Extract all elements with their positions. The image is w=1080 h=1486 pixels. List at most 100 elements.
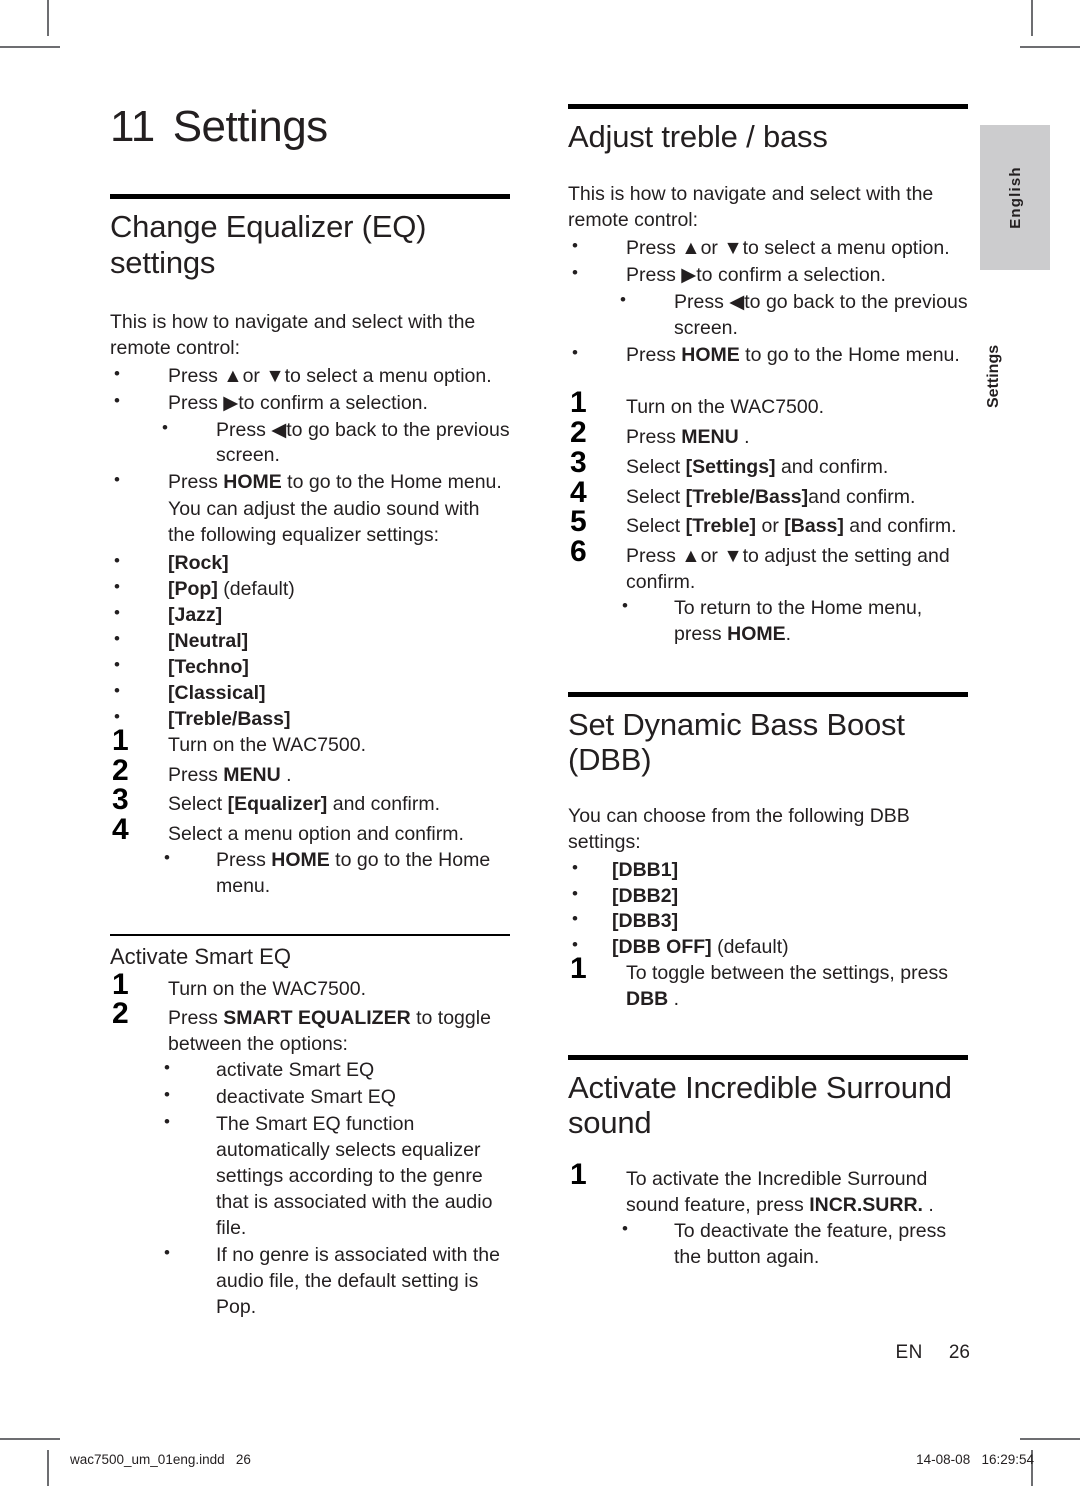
eq-home-bullet-list: Press HOME to go to the Home menu. [110, 469, 510, 496]
treble-bass-nav-bullet-list: Press ▲or ▼to select a menu option. Pres… [568, 235, 968, 289]
step-text: Press [168, 763, 224, 786]
list-item: 5 Select [Treble] or [Bass] and confirm. [568, 507, 968, 540]
step-text-post: and confirm. [808, 485, 916, 508]
key-menu: MENU [681, 425, 739, 448]
treble-bass-step-list: 1 Turn on the WAC7500. 2 Press MENU . 3 Sel… [568, 387, 968, 648]
print-footer-filename: wac7500_um_01eng.indd 26 [70, 1452, 251, 1467]
eq-nav-sub-bullet-list: Press ◀to go back to the previous screen… [110, 417, 510, 470]
menu-option-settings: [Settings] [685, 455, 776, 478]
preset-name: [Rock] [168, 552, 229, 575]
step-text: Press [626, 425, 682, 448]
step-number: 2 [112, 997, 129, 1031]
dbb-option-name: [DBB OFF] [612, 936, 712, 959]
smart-eq-sub-bullet-list: activate Smart EQ deactivate Smart EQ Th… [164, 1057, 510, 1321]
print-footer-timestamp: 14-08-08 16:29:54 [916, 1452, 1034, 1467]
list-item: [Treble/Bass] [110, 706, 510, 733]
chapter-number: 11 [110, 102, 155, 151]
step-text: Turn on the WAC7500. [626, 395, 824, 418]
list-item: 1 To activate the Incredible Surround sou… [568, 1159, 968, 1271]
step-text: Turn on the WAC7500. [168, 733, 366, 756]
preset-name: [Techno] [168, 655, 249, 678]
step-text: Select [626, 455, 686, 478]
list-item: Press ▶to confirm a selection. [110, 390, 510, 417]
step-text-post: and confirm. [843, 515, 957, 538]
step-text: Turn on the WAC7500. [168, 977, 366, 1000]
list-item: 1 Turn on the WAC7500. [568, 387, 968, 421]
text-before-key: Press [168, 471, 224, 494]
subsection-heading-smart-eq: Activate Smart EQ [110, 944, 291, 970]
step-number: 1 [570, 1157, 587, 1191]
page-title: 11 Settings [110, 102, 510, 151]
folio: EN 26 [760, 1342, 970, 1364]
list-item: [Classical] [110, 680, 510, 707]
section-rule [110, 194, 510, 200]
list-item: 4 Select [Treble/Bass]and confirm. [568, 477, 968, 511]
eq-preset-list: [Rock] [Pop] (default) [Jazz] [Neutral] … [110, 550, 510, 733]
list-item: 3 Select [Settings] and confirm. [568, 447, 968, 481]
list-item: activate Smart EQ [164, 1057, 510, 1084]
dbb-intro-text: You can choose from the following DBB se… [568, 804, 910, 853]
step-text-post: and confirm. [327, 793, 441, 816]
list-item: Press HOME to go to the Home menu. [110, 469, 510, 496]
step-number: 4 [112, 813, 129, 847]
preset-name: [Jazz] [168, 603, 223, 626]
folio-language-code: EN [895, 1342, 923, 1363]
surround-step-list: 1 To activate the Incredible Surround sou… [568, 1159, 968, 1271]
treble-bass-nav-sub-bullet-list: Press ◀to go back to the previous screen… [568, 289, 968, 342]
list-item: [Pop] (default) [110, 576, 510, 603]
surround-sub-bullet-list: To deactivate the feature, press the but… [622, 1218, 968, 1271]
section-heading-equalizer: Change Equalizer (EQ) settings [110, 209, 427, 280]
eq-intro-text: This is how to navigate and select with … [110, 310, 476, 359]
step-text-post: . [922, 1193, 934, 1216]
step-text-post: and confirm. [775, 455, 889, 478]
key-home: HOME [681, 343, 740, 366]
list-item: [DBB2] [568, 883, 968, 910]
preset-note: (default) [217, 578, 295, 601]
preset-name: [Pop] [168, 578, 218, 601]
list-item: deactivate Smart EQ [164, 1084, 510, 1111]
list-item: To return to the Home menu, press HOME. [622, 595, 968, 648]
list-item: If no genre is associated with the audio… [164, 1242, 510, 1321]
list-item: 1 To toggle between the settings, press D… [568, 954, 968, 1013]
list-item: [Neutral] [110, 628, 510, 655]
dbb-option-name: [DBB1] [612, 858, 679, 881]
step-number: 1 [112, 967, 129, 1001]
list-item: Press ▲or ▼to select a menu option. [568, 235, 968, 262]
step-number: 3 [112, 783, 129, 817]
step-number: 3 [570, 445, 587, 479]
chapter-title-text: Settings [172, 102, 328, 151]
section-rule [568, 104, 968, 109]
section-rule [568, 1055, 968, 1061]
step-text: Select a menu option and confirm. [168, 823, 464, 846]
eq-nav-bullet-list: Press ▲or ▼to select a menu option. Pres… [110, 363, 510, 417]
menu-option-equalizer: [Equalizer] [227, 793, 328, 816]
step-number: 2 [570, 415, 587, 449]
list-item: Press ◀to go back to the previous screen… [110, 417, 510, 470]
key-menu: MENU [223, 763, 281, 786]
list-item: 6 Press ▲or ▼to adjust the setting and co… [568, 537, 968, 648]
list-item: The Smart EQ function automatically sele… [164, 1111, 510, 1242]
step-number: 1 [570, 952, 587, 986]
list-item: Press ◀to go back to the previous screen… [568, 289, 968, 342]
text-before-key: Press [216, 849, 272, 872]
eq-step-list: 1 Turn on the WAC7500. 2 Press MENU . 3 Sel… [110, 725, 510, 901]
dbb-option-note: (default) [711, 936, 789, 959]
dbb-step-list: 1 To toggle between the settings, press D… [568, 954, 968, 1013]
key-dbb: DBB [626, 988, 669, 1011]
section-marker-label: Settings [985, 344, 1002, 408]
key-home: HOME [727, 623, 786, 646]
section-heading-treble-bass: Adjust treble / bass [568, 119, 828, 154]
list-item: Press ▲or ▼to select a menu option. [110, 363, 510, 390]
preset-name: [Neutral] [168, 629, 249, 652]
list-item: 1 Turn on the WAC7500. [110, 969, 510, 1003]
step-number: 1 [112, 723, 129, 757]
language-tab: English [980, 125, 1050, 270]
list-item: [Rock] [110, 550, 510, 577]
step-text: Press [168, 1007, 224, 1030]
key-incr-surr: INCR.SURR. [809, 1193, 923, 1216]
folio-page-number: 26 [948, 1342, 970, 1363]
section-heading-dbb: Set Dynamic Bass Boost (DBB) [568, 707, 905, 778]
step-text-post: . [668, 988, 680, 1011]
dbb-option-name: [DBB3] [612, 910, 679, 933]
list-item: 1 Turn on the WAC7500. [110, 725, 510, 759]
